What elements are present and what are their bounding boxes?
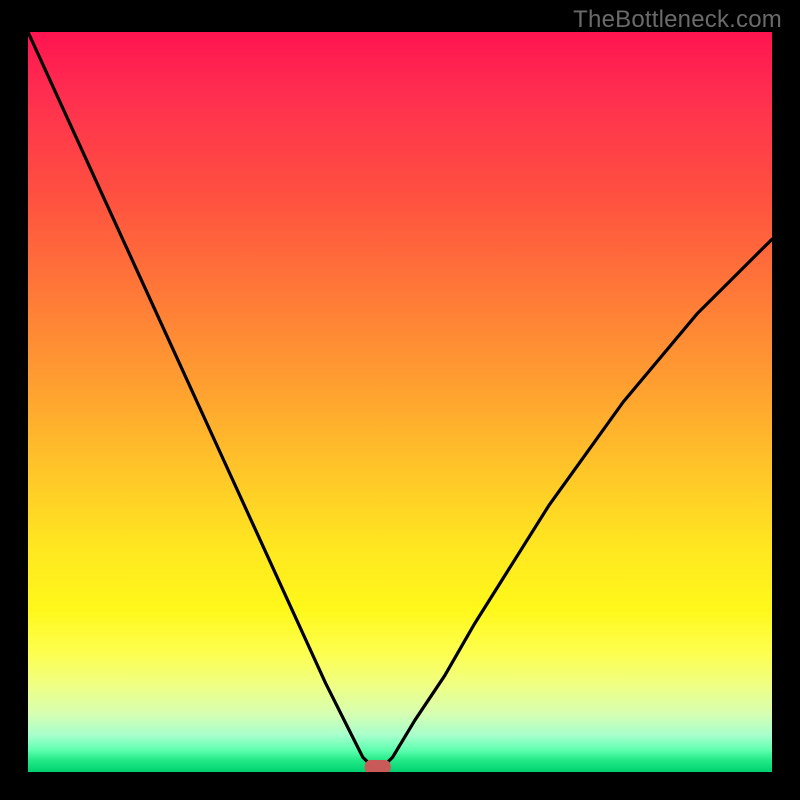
chart-container: TheBottleneck.com <box>0 0 800 800</box>
optimal-point-marker <box>365 760 391 772</box>
watermark-text: TheBottleneck.com <box>573 6 782 34</box>
curve-svg <box>28 32 772 772</box>
plot-area <box>28 32 772 772</box>
bottleneck-curve-line <box>28 32 772 772</box>
